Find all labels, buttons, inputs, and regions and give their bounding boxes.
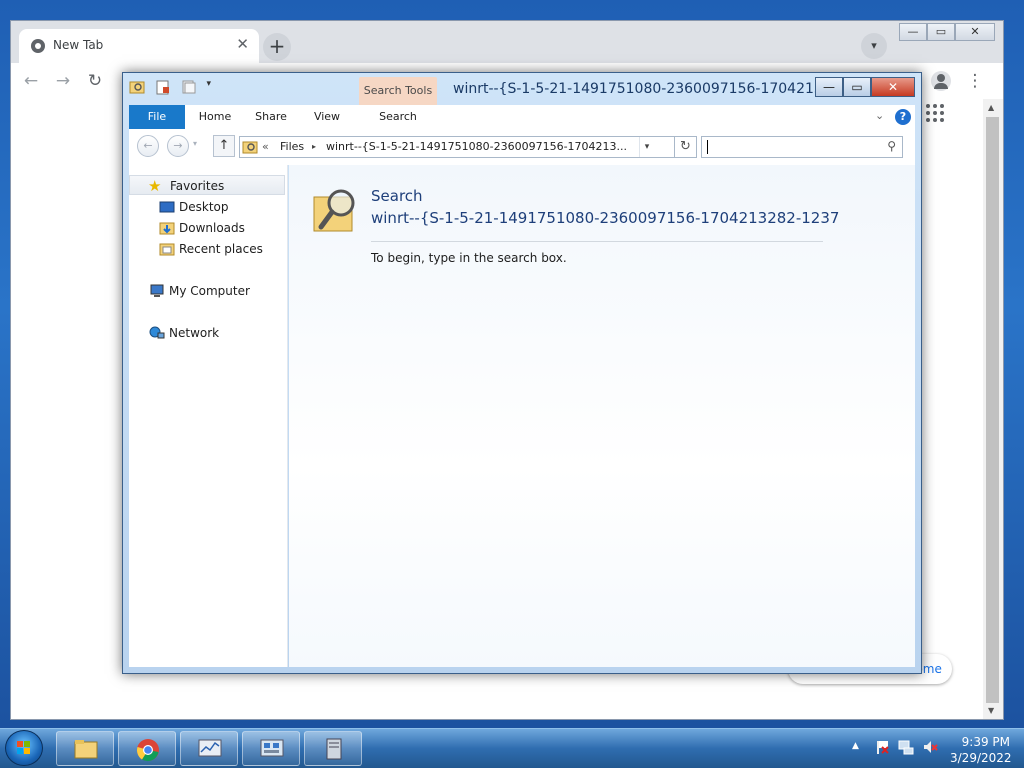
- flag-icon[interactable]: [874, 739, 890, 755]
- start-button[interactable]: [5, 730, 43, 766]
- downloads-icon: [159, 220, 175, 236]
- control-panel-icon: [260, 738, 284, 760]
- address-dropdown-icon[interactable]: ▾: [639, 137, 654, 157]
- refresh-button[interactable]: ↻: [675, 136, 697, 158]
- ribbon-tab-share[interactable]: Share: [243, 105, 299, 129]
- show-hidden-icons-button[interactable]: ▲: [852, 741, 859, 751]
- network-icon: [149, 325, 165, 341]
- search-hint: To begin, type in the search box.: [371, 251, 567, 265]
- ribbon-tab-file[interactable]: File: [129, 105, 185, 129]
- address-bar[interactable]: « Files ▸ winrt--{S-1-5-21-1491751080-23…: [239, 136, 675, 158]
- chrome-tab-favicon-icon: [31, 39, 45, 53]
- search-results-pane: Search winrt--{S-1-5-21-1491751080-23600…: [289, 165, 915, 667]
- taskbar-file-explorer[interactable]: [56, 731, 114, 766]
- network-icon[interactable]: [898, 739, 914, 755]
- help-icon[interactable]: ?: [895, 109, 911, 125]
- chrome-tab-strip: New Tab ✕ + ▾ — ▭ ✕: [11, 21, 1003, 63]
- address-overflow[interactable]: «: [262, 140, 269, 153]
- nav-item-my-computer[interactable]: My Computer: [129, 281, 287, 301]
- nav-label-recent-places: Recent places: [179, 242, 263, 256]
- taskbar-server[interactable]: [304, 731, 362, 766]
- nav-item-favorites[interactable]: ★ Favorites: [129, 175, 285, 195]
- back-button[interactable]: ←: [137, 135, 159, 157]
- explorer-minimize-button[interactable]: —: [815, 77, 843, 97]
- folder-properties-icon[interactable]: [129, 79, 145, 95]
- explorer-maximize-button[interactable]: ▭: [843, 77, 871, 97]
- chrome-maximize-button[interactable]: ▭: [927, 23, 955, 41]
- search-input[interactable]: ⚲: [701, 136, 903, 158]
- server-icon: [322, 738, 346, 760]
- nav-label-favorites: Favorites: [170, 179, 225, 193]
- recent-places-icon: [159, 241, 175, 257]
- navigation-pane: ★ Favorites Desktop Downloads Recent pla…: [129, 165, 288, 667]
- forward-button[interactable]: →: [51, 70, 75, 92]
- quick-access-toolbar: ▾: [129, 79, 222, 99]
- clock-time[interactable]: 9:39 PM: [950, 735, 1010, 749]
- up-button[interactable]: ↑: [213, 135, 235, 157]
- nav-label-my-computer: My Computer: [169, 284, 250, 298]
- nav-item-downloads[interactable]: Downloads: [129, 218, 287, 238]
- explorer-window-title: winrt--{S-1-5-21-1491751080-2360097156-1…: [453, 81, 837, 97]
- ribbon-tab-bar: File Home Share View Search ⌄ ?: [129, 105, 915, 130]
- performance-monitor-icon: [198, 738, 222, 760]
- new-tab-button[interactable]: +: [263, 33, 291, 61]
- breadcrumb-separator[interactable]: ▸: [312, 142, 316, 151]
- navigation-bar: ← → ▾ ↑ « Files ▸ winrt--{S-1-5-21-14917…: [129, 129, 915, 165]
- chrome-scrollbar[interactable]: ▲ ▼: [983, 99, 1003, 719]
- nav-item-network[interactable]: Network: [129, 323, 287, 343]
- volume-muted-icon[interactable]: [922, 739, 938, 755]
- reload-button[interactable]: ↻: [83, 70, 107, 92]
- computer-icon: [149, 283, 165, 299]
- explorer-window: ▾ Search Tools winrt--{S-1-5-21-14917510…: [122, 72, 922, 674]
- windows-logo-icon: [17, 741, 31, 755]
- desktop-icon: [159, 199, 175, 215]
- breadcrumb-files[interactable]: Files: [280, 140, 304, 153]
- chrome-tab-title: New Tab: [53, 38, 104, 52]
- nav-label-network: Network: [169, 326, 220, 340]
- properties-icon[interactable]: [155, 79, 171, 95]
- ribbon-tab-home[interactable]: Home: [187, 105, 243, 129]
- nav-item-recent-places[interactable]: Recent places: [129, 239, 287, 259]
- taskbar-control-panel[interactable]: [242, 731, 300, 766]
- customize-qat-icon[interactable]: ▾: [206, 79, 216, 95]
- new-folder-icon[interactable]: [181, 79, 197, 95]
- tab-search-button[interactable]: ▾: [861, 33, 887, 59]
- nav-label-desktop: Desktop: [179, 200, 229, 214]
- breadcrumb-current-folder[interactable]: winrt--{S-1-5-21-1491751080-2360097156-1…: [326, 140, 627, 153]
- chrome-icon: [136, 738, 160, 762]
- profile-avatar-icon[interactable]: [931, 71, 951, 91]
- google-apps-icon[interactable]: [926, 104, 946, 124]
- chrome-minimize-button[interactable]: —: [899, 23, 927, 41]
- ribbon-tab-view[interactable]: View: [299, 105, 355, 129]
- explorer-close-button[interactable]: ✕: [871, 77, 915, 97]
- expand-ribbon-icon[interactable]: ⌄: [875, 109, 884, 122]
- taskbar-performance-monitor[interactable]: [180, 731, 238, 766]
- folder-search-icon: [242, 139, 258, 155]
- file-explorer-icon: [74, 738, 98, 760]
- nav-item-desktop[interactable]: Desktop: [129, 197, 287, 217]
- chrome-menu-button[interactable]: ⋮: [963, 70, 987, 92]
- clock-date[interactable]: 3/29/2022: [950, 751, 1012, 765]
- ribbon-tab-search[interactable]: Search: [359, 105, 437, 129]
- search-heading: Search: [371, 187, 423, 205]
- tab-close-icon[interactable]: ✕: [236, 35, 249, 53]
- text-caret: [707, 140, 708, 154]
- folder-search-icon: [313, 187, 359, 235]
- taskbar: ▲ 9:39 PM 3/29/2022: [0, 728, 1024, 768]
- taskbar-chrome[interactable]: [118, 731, 176, 766]
- divider: [371, 241, 823, 242]
- search-icon[interactable]: ⚲: [887, 139, 896, 153]
- star-icon: ★: [148, 177, 162, 195]
- chrome-tab-new-tab[interactable]: New Tab ✕: [19, 29, 259, 63]
- forward-button[interactable]: →: [167, 135, 189, 157]
- search-tools-context-tab[interactable]: Search Tools: [359, 77, 437, 105]
- search-location: winrt--{S-1-5-21-1491751080-2360097156-1…: [371, 209, 840, 227]
- chrome-close-button[interactable]: ✕: [955, 23, 995, 41]
- recent-locations-icon[interactable]: ▾: [193, 139, 197, 148]
- back-button[interactable]: ←: [19, 70, 43, 92]
- nav-label-downloads: Downloads: [179, 221, 245, 235]
